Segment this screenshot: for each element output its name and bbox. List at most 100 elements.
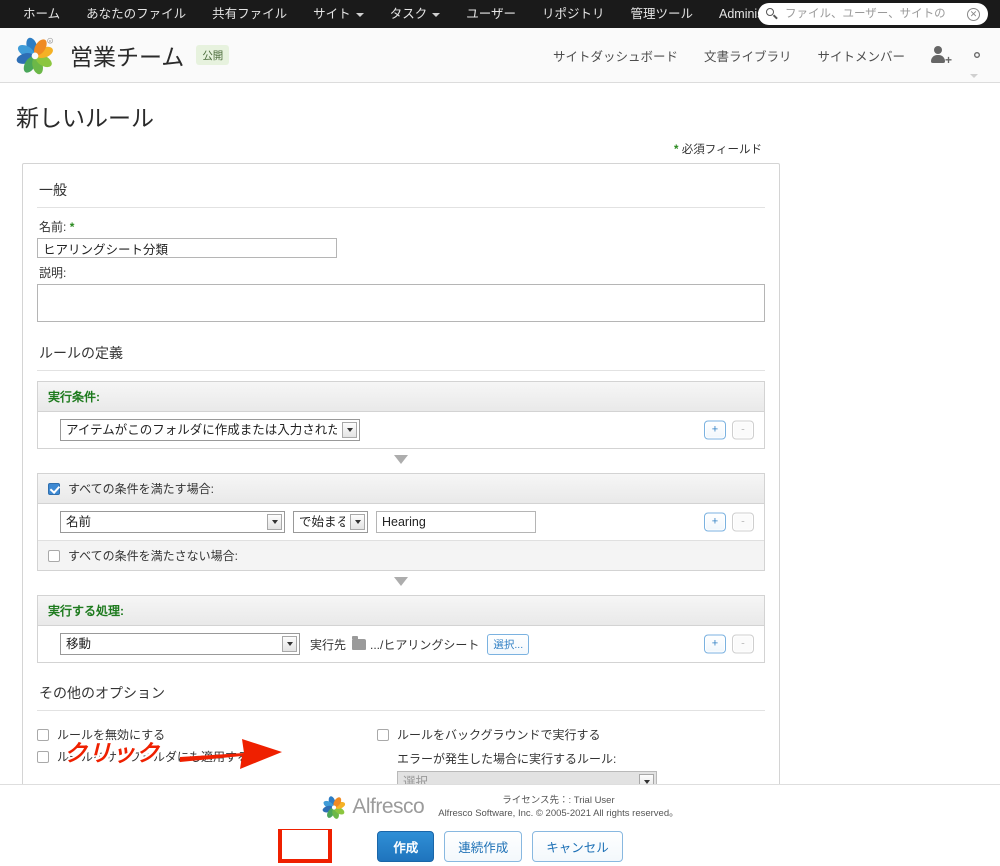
error-rule-label: エラーが発生した場合に実行するルール: [397,752,617,766]
remove-action-button[interactable]: - [732,634,754,654]
required-star: * [69,220,75,234]
disable-rule-label: ルールを無効にする [57,728,166,742]
trigger-row-controls: + - [704,420,754,440]
rule-description-textarea[interactable] [37,284,765,322]
select-destination-button[interactable]: 選択... [487,633,530,655]
global-search[interactable]: ✕ [758,3,988,25]
condition-operator-select-wrap[interactable]: で始まる [293,511,368,533]
nav-item-tasks-label: タスク [389,7,428,21]
nav-item-shared-files-label: 共有ファイル [212,7,288,21]
chevron-down-icon [355,12,364,17]
add-action-button[interactable]: + [704,634,726,654]
add-condition-button[interactable]: + [704,512,726,532]
unless-conditions-row[interactable]: すべての条件を満たさない場合: [38,540,764,570]
other-options-grid: ルールを無効にする ルールをサブフォルダにも適用する ルールをバックグラウンドで… [37,721,765,793]
unless-conditions-checkbox[interactable] [48,549,60,562]
description-field-label: 説明: [39,266,67,280]
condition-operator-select[interactable]: で始まる [293,511,368,533]
site-navigation: サイトダッシュボード 文書ライブラリ サイトメンバー + [540,45,986,78]
general-section-title: 一般 [37,176,765,208]
alfresco-wordmark: Alfresco [352,795,425,818]
trigger-row: アイテムがこのフォルダに作成または入力された時 + - [38,412,764,448]
footer-license-text: ライセンス先：: Trial User Alfresco Software, I… [438,794,678,820]
add-trigger-button[interactable]: + [704,420,726,440]
site-nav-document-library[interactable]: 文書ライブラリ [691,46,805,65]
nav-item-sites-label: サイト [313,7,351,21]
condition-row-controls: + - [704,512,754,532]
required-field-note: * 必須フィールド [0,141,762,157]
remove-trigger-button[interactable]: - [732,420,754,440]
nav-item-my-files[interactable]: あなたのファイル [73,0,199,28]
if-all-conditions-checkbox[interactable] [48,482,60,495]
condition-property-select-wrap[interactable]: 名前 [60,511,285,533]
cancel-button[interactable]: キャンセル [532,830,623,862]
gear-icon[interactable] [968,46,986,78]
form-actions: 作成 連続作成 キャンセル [0,826,1000,866]
nav-item-shared-files[interactable]: 共有ファイル [199,0,300,28]
chevron-down-icon [432,12,441,17]
apply-subfolders-row[interactable]: ルールをサブフォルダにも適用する [37,748,377,765]
required-star: * [674,144,679,156]
close-icon[interactable]: ✕ [967,7,980,21]
nav-item-admin-tools[interactable]: 管理ツール [617,0,706,28]
name-label-text: 名前: [39,220,67,234]
remove-condition-button[interactable]: - [732,512,754,532]
site-header: R 営業チーム 公開 サイトダッシュボード 文書ライブラリ サイトメンバー + [0,28,1000,83]
create-button-highlight [278,826,332,863]
name-field-label: 名前: * [39,218,765,235]
run-background-row[interactable]: ルールをバックグラウンドで実行する [377,726,657,743]
trigger-box: 実行条件: アイテムがこのフォルダに作成または入力された時 + - [37,381,765,449]
site-title: 営業チーム [70,44,185,70]
disable-rule-row[interactable]: ルールを無効にする [37,726,377,743]
alfresco-footer-logo-icon [323,796,346,819]
actions-box: 実行する処理: 移動 実行先 .../ヒアリングシート 選択... + - [37,595,765,663]
nav-item-sites[interactable]: サイト [300,0,377,28]
apply-subfolders-label: ルールをサブフォルダにも適用する [57,750,250,764]
nav-item-admin-tools-label: 管理ツール [630,7,693,21]
condition-row: 名前 で始まる + - [38,504,764,540]
conditions-box: すべての条件を満たす場合: 名前 で始まる + [37,473,765,571]
site-nav-members[interactable]: サイトメンバー [804,46,918,65]
if-all-conditions-label: すべての条件を満たす場合: [68,482,215,496]
nav-item-people-label: ユーザー [466,7,516,21]
page-footer: Alfresco ライセンス先：: Trial User Alfresco So… [0,784,1000,829]
if-all-conditions-row[interactable]: すべての条件を満たす場合: [38,474,764,504]
rule-name-input[interactable] [37,238,337,258]
nav-item-people[interactable]: ユーザー [453,0,529,28]
rule-definition-section-title: ルールの定義 [37,339,765,371]
nav-item-tasks[interactable]: タスク [377,0,454,28]
apply-subfolders-checkbox[interactable] [37,750,49,763]
rule-form-panel: 一般 名前: * 説明: ルールの定義 実行条件: アイテムがこのフォルダに作成… [22,163,780,810]
add-user-icon[interactable]: + [930,45,952,66]
create-button[interactable]: 作成 [377,830,435,862]
flow-arrow-2 [37,571,765,593]
nav-item-repository[interactable]: リポジトリ [529,0,618,28]
other-options-left-column: ルールを無効にする ルールをサブフォルダにも適用する [37,721,377,793]
destination-label: 実行先 [310,637,347,652]
condition-property-select[interactable]: 名前 [60,511,285,533]
unless-conditions-label: すべての条件を満たさない場合: [68,549,239,563]
nav-item-home-label: ホーム [23,7,61,21]
site-visibility-badge: 公開 [196,45,230,65]
folder-icon [352,635,367,650]
action-select-wrap[interactable]: 移動 [60,633,300,655]
svg-text:R: R [49,39,52,43]
action-select[interactable]: 移動 [60,633,300,655]
flow-arrow-1 [37,449,765,471]
trigger-select-wrap[interactable]: アイテムがこのフォルダに作成または入力された時 [60,419,360,441]
condition-value-input[interactable] [376,511,536,533]
disable-rule-checkbox[interactable] [37,728,49,741]
site-nav-dashboard[interactable]: サイトダッシュボード [540,46,691,65]
nav-item-my-files-label: あなたのファイル [86,7,187,21]
create-more-button[interactable]: 連続作成 [444,830,523,862]
search-input[interactable] [783,7,967,21]
action-row: 移動 実行先 .../ヒアリングシート 選択... + - [38,626,764,662]
footer-license-line: ライセンス先：: Trial User [502,795,615,806]
destination-path: .../ヒアリングシート [370,637,480,652]
trigger-select[interactable]: アイテムがこのフォルダに作成または入力された時 [60,419,360,441]
required-field-label: 必須フィールド [681,144,762,156]
nav-item-home[interactable]: ホーム [10,0,73,28]
nav-item-repository-label: リポジトリ [541,7,605,21]
run-background-checkbox[interactable] [377,728,389,741]
footer-copyright-line: Alfresco Software, Inc. © 2005-2021 All … [438,808,679,819]
